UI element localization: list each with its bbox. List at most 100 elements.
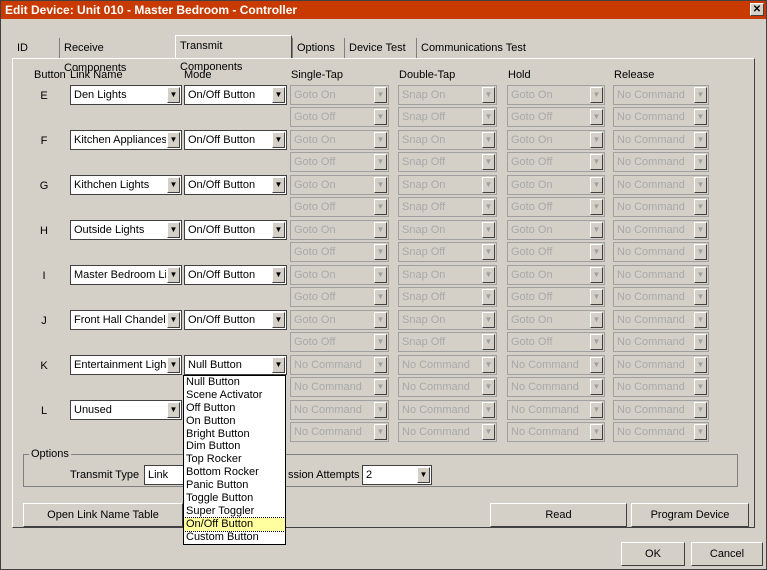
single-tap-combo[interactable]: No Command ▼ — [290, 377, 389, 397]
double-tap-combo[interactable]: No Command ▼ — [398, 422, 497, 442]
chevron-down-icon[interactable]: ▼ — [374, 289, 387, 305]
chevron-down-icon[interactable]: ▼ — [590, 289, 603, 305]
chevron-down-icon[interactable]: ▼ — [694, 402, 707, 418]
dropdown-option[interactable]: Toggle Button — [184, 492, 285, 505]
mode-dropdown-list[interactable]: Null Button Scene Activator Off Button On B… — [183, 375, 286, 545]
double-tap-combo[interactable]: Snap Off ▼ — [398, 152, 497, 172]
chevron-down-icon[interactable]: ▼ — [272, 357, 285, 373]
link-name-combo[interactable]: Outside Lights ▼ — [70, 220, 182, 240]
chevron-down-icon[interactable]: ▼ — [590, 177, 603, 193]
single-tap-combo[interactable]: Goto On ▼ — [290, 265, 389, 285]
single-tap-combo[interactable]: No Command ▼ — [290, 422, 389, 442]
chevron-down-icon[interactable]: ▼ — [482, 132, 495, 148]
chevron-down-icon[interactable]: ▼ — [694, 109, 707, 125]
chevron-down-icon[interactable]: ▼ — [694, 289, 707, 305]
chevron-down-icon[interactable]: ▼ — [272, 87, 285, 103]
chevron-down-icon[interactable]: ▼ — [482, 244, 495, 260]
hold-combo[interactable]: Goto On ▼ — [507, 85, 605, 105]
dropdown-option[interactable]: Panic Button — [184, 479, 285, 492]
dropdown-option[interactable]: Custom Button — [184, 531, 285, 544]
release-combo[interactable]: No Command ▼ — [613, 400, 709, 420]
chevron-down-icon[interactable]: ▼ — [272, 132, 285, 148]
hold-combo[interactable]: Goto Off ▼ — [507, 197, 605, 217]
chevron-down-icon[interactable]: ▼ — [374, 132, 387, 148]
tab-transmit-components[interactable]: Transmit Components — [175, 35, 292, 73]
chevron-down-icon[interactable]: ▼ — [590, 222, 603, 238]
chevron-down-icon[interactable]: ▼ — [482, 267, 495, 283]
chevron-down-icon[interactable]: ▼ — [374, 267, 387, 283]
single-tap-combo[interactable]: Goto On ▼ — [290, 220, 389, 240]
double-tap-combo[interactable]: No Command ▼ — [398, 400, 497, 420]
chevron-down-icon[interactable]: ▼ — [694, 222, 707, 238]
open-link-name-table-button[interactable]: Open Link Name Table — [23, 503, 183, 527]
link-name-combo[interactable]: Master Bedroom Lig ▼ — [70, 265, 182, 285]
chevron-down-icon[interactable]: ▼ — [694, 357, 707, 373]
chevron-down-icon[interactable]: ▼ — [167, 222, 180, 238]
link-name-combo[interactable]: Den Lights ▼ — [70, 85, 182, 105]
chevron-down-icon[interactable]: ▼ — [374, 177, 387, 193]
chevron-down-icon[interactable]: ▼ — [590, 132, 603, 148]
mode-combo[interactable]: On/Off Button ▼ — [184, 265, 287, 285]
dropdown-option[interactable]: On Button — [184, 415, 285, 428]
single-tap-combo[interactable]: Goto Off ▼ — [290, 107, 389, 127]
double-tap-combo[interactable]: Snap Off ▼ — [398, 107, 497, 127]
chevron-down-icon[interactable]: ▼ — [694, 177, 707, 193]
release-combo[interactable]: No Command ▼ — [613, 355, 709, 375]
double-tap-combo[interactable]: Snap On ▼ — [398, 175, 497, 195]
chevron-down-icon[interactable]: ▼ — [590, 424, 603, 440]
hold-combo[interactable]: Goto Off ▼ — [507, 287, 605, 307]
dropdown-option[interactable]: Off Button — [184, 402, 285, 415]
hold-combo[interactable]: Goto On ▼ — [507, 220, 605, 240]
chevron-down-icon[interactable]: ▼ — [374, 334, 387, 350]
release-combo[interactable]: No Command ▼ — [613, 175, 709, 195]
chevron-down-icon[interactable]: ▼ — [590, 267, 603, 283]
dropdown-option[interactable]: Bottom Rocker — [184, 466, 285, 479]
double-tap-combo[interactable]: Snap On ▼ — [398, 310, 497, 330]
close-button[interactable]: ✕ — [750, 3, 764, 16]
double-tap-combo[interactable]: Snap Off ▼ — [398, 332, 497, 352]
double-tap-combo[interactable]: Snap On ▼ — [398, 265, 497, 285]
chevron-down-icon[interactable]: ▼ — [694, 132, 707, 148]
single-tap-combo[interactable]: Goto Off ▼ — [290, 242, 389, 262]
chevron-down-icon[interactable]: ▼ — [167, 357, 180, 373]
hold-combo[interactable]: Goto Off ▼ — [507, 152, 605, 172]
ok-button[interactable]: OK — [621, 542, 685, 566]
hold-combo[interactable]: Goto On ▼ — [507, 310, 605, 330]
chevron-down-icon[interactable]: ▼ — [482, 177, 495, 193]
chevron-down-icon[interactable]: ▼ — [374, 402, 387, 418]
chevron-down-icon[interactable]: ▼ — [694, 199, 707, 215]
single-tap-combo[interactable]: Goto On ▼ — [290, 130, 389, 150]
single-tap-combo[interactable]: Goto Off ▼ — [290, 332, 389, 352]
double-tap-combo[interactable]: No Command ▼ — [398, 377, 497, 397]
chevron-down-icon[interactable]: ▼ — [482, 357, 495, 373]
tab-id[interactable]: ID — [13, 38, 53, 58]
chevron-down-icon[interactable]: ▼ — [590, 109, 603, 125]
chevron-down-icon[interactable]: ▼ — [694, 154, 707, 170]
chevron-down-icon[interactable]: ▼ — [374, 424, 387, 440]
dropdown-option[interactable]: Top Rocker — [184, 453, 285, 466]
mode-combo[interactable]: On/Off Button ▼ — [184, 310, 287, 330]
dropdown-option[interactable]: Dim Button — [184, 440, 285, 453]
double-tap-combo[interactable]: Snap On ▼ — [398, 220, 497, 240]
dropdown-option[interactable]: Bright Button — [184, 428, 285, 441]
dropdown-option[interactable]: On/Off Button — [183, 516, 286, 532]
single-tap-combo[interactable]: Goto Off ▼ — [290, 287, 389, 307]
program-device-button[interactable]: Program Device — [631, 503, 749, 527]
chevron-down-icon[interactable]: ▼ — [482, 334, 495, 350]
chevron-down-icon[interactable]: ▼ — [694, 312, 707, 328]
chevron-down-icon[interactable]: ▼ — [694, 334, 707, 350]
double-tap-combo[interactable]: Snap Off ▼ — [398, 242, 497, 262]
release-combo[interactable]: No Command ▼ — [613, 310, 709, 330]
hold-combo[interactable]: Goto On ▼ — [507, 265, 605, 285]
release-combo[interactable]: No Command ▼ — [613, 265, 709, 285]
double-tap-combo[interactable]: Snap Off ▼ — [398, 197, 497, 217]
hold-combo[interactable]: No Command ▼ — [507, 400, 605, 420]
release-combo[interactable]: No Command ▼ — [613, 152, 709, 172]
single-tap-combo[interactable]: Goto On ▼ — [290, 310, 389, 330]
hold-combo[interactable]: Goto Off ▼ — [507, 107, 605, 127]
chevron-down-icon[interactable]: ▼ — [482, 199, 495, 215]
hold-combo[interactable]: No Command ▼ — [507, 355, 605, 375]
release-combo[interactable]: No Command ▼ — [613, 287, 709, 307]
chevron-down-icon[interactable]: ▼ — [694, 87, 707, 103]
link-name-combo[interactable]: Front Hall Chandelie ▼ — [70, 310, 182, 330]
